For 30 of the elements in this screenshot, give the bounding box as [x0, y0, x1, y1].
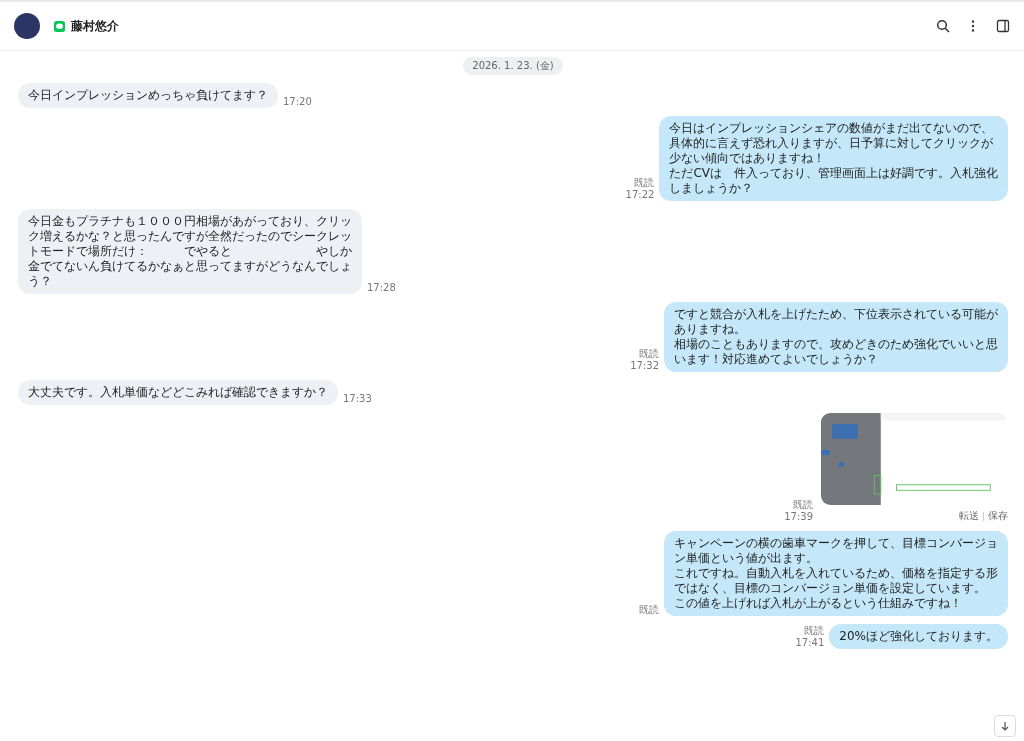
- message-bubble: 今日金もプラチナも１０００円相場があがっており、クリッ ク増えるかな？と思ったんですが全然だったのでシークレッ トモードで場所だけ： でやると やしか 金でてないん負けてるかなぁと思ってますがどうなんでしょ う？: [18, 209, 362, 294]
- message-time: 17:33: [343, 393, 372, 405]
- message-time: 17:41: [795, 637, 825, 649]
- message-bubble: ですと競合が入札を上げたため、下位表示されている可能が ありますね。 相場のこともありますので、攻めどきのため強化でいいと思 います！対応進めてよいでしょうか？: [664, 302, 1008, 372]
- read-receipt: 既読: [634, 177, 655, 189]
- avatar[interactable]: [14, 13, 40, 39]
- scroll-down-button[interactable]: [994, 715, 1016, 737]
- message-bubble: 今日インプレッションめっちゃ負けてます？: [18, 83, 278, 108]
- message-time: 17:32: [630, 360, 659, 372]
- message-bubble: 大丈夫です。入札単価などどこみれば確認できますか？: [18, 380, 338, 405]
- screenshot-drawing[interactable]: [818, 413, 1008, 505]
- read-receipt: 既読: [804, 625, 825, 637]
- message-time: 17:22: [625, 189, 655, 201]
- search-icon[interactable]: [936, 19, 950, 33]
- read-receipt: 既読: [793, 499, 813, 511]
- read-receipt: 既読: [639, 604, 659, 616]
- message-time: 17:39: [784, 511, 813, 523]
- image-action-link[interactable]: 保存: [988, 509, 1008, 523]
- date-chip: 2026. 1. 23. (金): [463, 57, 563, 75]
- message-time: 17:20: [283, 96, 312, 108]
- message-bubble: 20%ほど強化しております。: [829, 624, 1008, 649]
- read-receipt: 既読: [639, 348, 659, 360]
- message-time: 17:28: [367, 282, 396, 294]
- contact-name: 藤村悠介: [71, 17, 119, 35]
- side-panel-icon[interactable]: [996, 19, 1010, 33]
- chat-app-icon: [54, 20, 65, 32]
- image-action-link[interactable]: 転送: [959, 509, 979, 523]
- down-arrow-icon: [1000, 721, 1010, 731]
- message-bubble: キャンペーンの横の歯車マークを押して、目標コンバージョ ン単価という値が出ます。 これですね。自動入札を入れているため、価格を指定する形 ではなく、目標のコンバージョン単価を設定しています。 この値を上げれば入札が上がるという仕組みですね！: [664, 531, 1008, 616]
- message-bubble: 今日はインプレッションシェアの数値がまだ出てないので、 具体的に言えず恐れ入りますが、日予算に対してクリックが 少ない傾向ではありますね！ ただCVは 件入っており、管理画面上は好調です。入札強化 しましょうか？: [659, 116, 1008, 201]
